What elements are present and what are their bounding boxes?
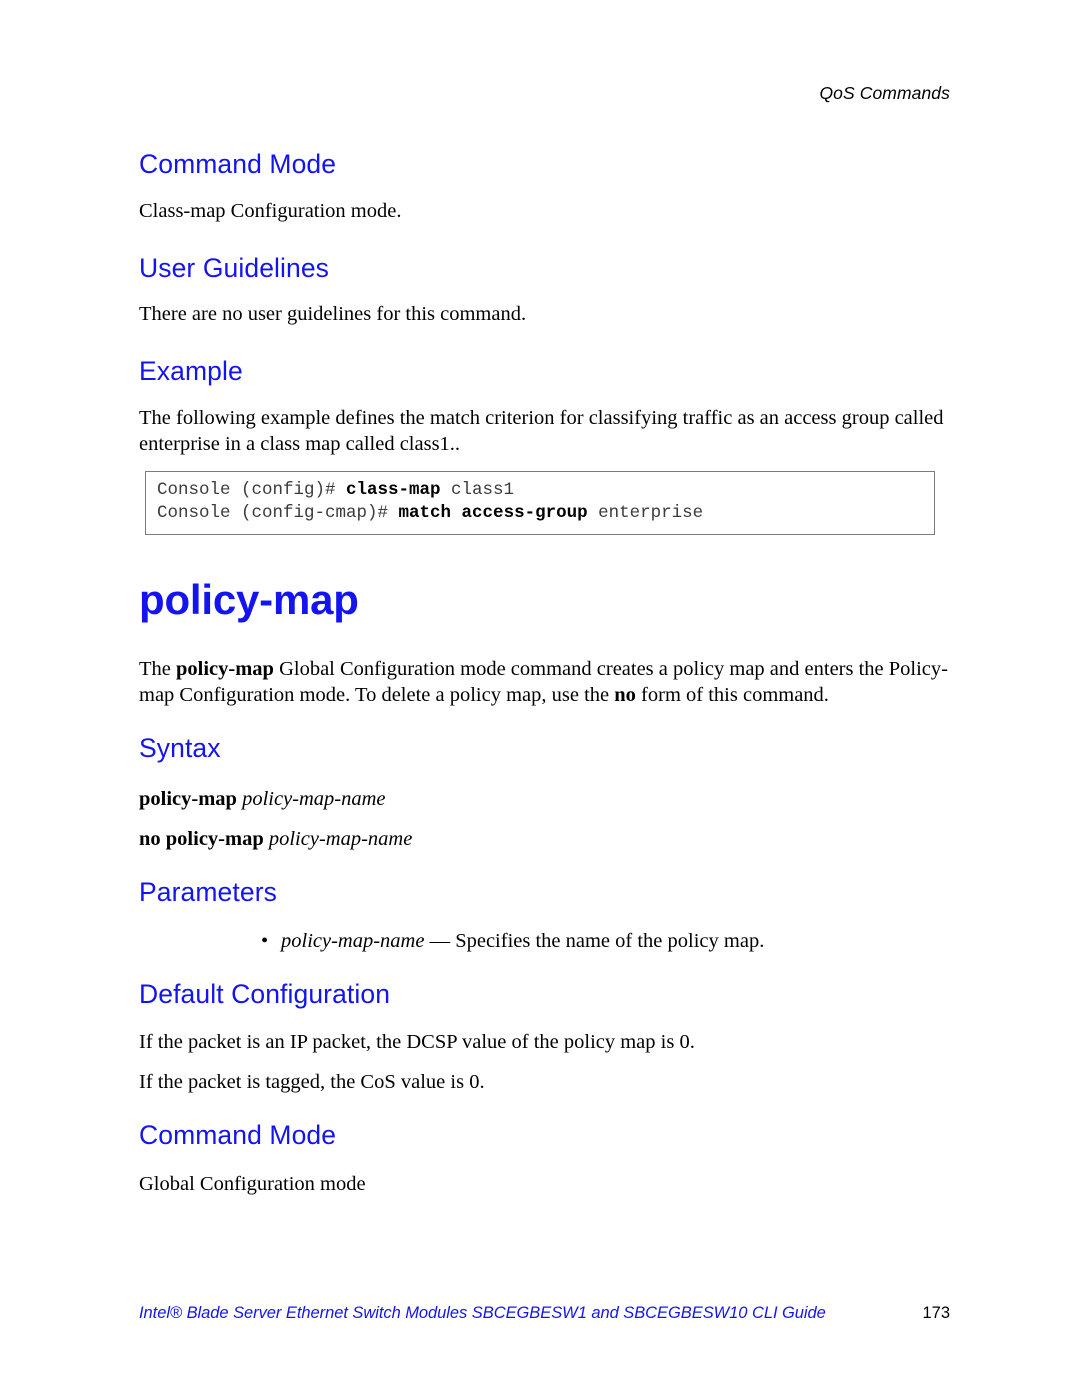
code-argument: class1 xyxy=(440,480,515,501)
code-block-example: Console (config)# class-map class1 Conso… xyxy=(145,471,935,536)
syntax-command: policy-map xyxy=(139,787,237,810)
heading-default-configuration: Default Configuration xyxy=(139,978,391,1009)
code-argument: enterprise xyxy=(587,503,704,524)
text-command-mode-2: Global Configuration mode xyxy=(139,1172,366,1195)
text-default-config-line-1: If the packet is an IP packet, the DCSP … xyxy=(139,1031,695,1054)
text-example-description: The following example defines the match … xyxy=(139,407,944,456)
heading-command-mode-1: Command Mode xyxy=(139,149,337,179)
description-part-1: The xyxy=(139,658,176,681)
code-command: class-map xyxy=(346,480,441,501)
heading-user-guidelines: User Guidelines xyxy=(139,252,330,283)
text-user-guidelines: There are no user guidelines for this co… xyxy=(139,303,527,326)
heading-parameters: Parameters xyxy=(139,876,277,907)
page-title-policy-map: policy-map xyxy=(139,576,359,624)
text-command-mode-1: Class-map Configuration mode. xyxy=(139,199,402,222)
syntax-command: no policy-map xyxy=(139,827,264,850)
footer-page-number: 173 xyxy=(922,1304,950,1322)
code-prompt: Console (config-cmap)# xyxy=(157,503,399,524)
syntax-placeholder: policy-map-name xyxy=(236,787,386,810)
footer-guide-title: Intel® Blade Server Ethernet Switch Modu… xyxy=(139,1304,826,1322)
code-line: Console (config)# class-map class1 xyxy=(157,479,924,502)
text-policy-map-description: The policy-map Global Configuration mode… xyxy=(139,656,949,708)
heading-command-mode-2: Command Mode xyxy=(139,1120,337,1151)
syntax-line-1: policy-map policy-map-name xyxy=(139,786,949,812)
description-bold-no: no xyxy=(614,684,636,707)
text-default-config-line-2: If the packet is tagged, the CoS value i… xyxy=(139,1071,485,1094)
parameter-description: — Specifies the name of the policy map. xyxy=(424,929,765,952)
list-item: • policy-map-name — Specifies the name of… xyxy=(259,928,949,954)
syntax-line-2: no policy-map policy-map-name xyxy=(139,826,949,852)
code-prompt: Console (config)# xyxy=(157,480,347,501)
document-page: QoS Commands Command Mode Class-map Conf… xyxy=(0,0,1080,1397)
description-part-3: form of this command. xyxy=(635,684,829,707)
page-content: Command Mode Class-map Configuration mod… xyxy=(139,149,949,1197)
heading-syntax: Syntax xyxy=(139,733,221,764)
parameter-name: policy-map-name xyxy=(281,929,425,952)
parameter-list: • policy-map-name — Specifies the name of… xyxy=(139,928,949,954)
code-line: Console (config-cmap)# match access-grou… xyxy=(157,502,924,525)
syntax-placeholder: policy-map-name xyxy=(263,827,413,850)
heading-example: Example xyxy=(139,356,243,387)
page-footer: Intel® Blade Server Ethernet Switch Modu… xyxy=(139,1304,950,1323)
description-bold-policy-map: policy-map xyxy=(176,658,274,681)
bullet-icon: • xyxy=(261,929,269,952)
code-command: match access-group xyxy=(398,503,588,524)
running-header: QoS Commands xyxy=(819,83,950,103)
